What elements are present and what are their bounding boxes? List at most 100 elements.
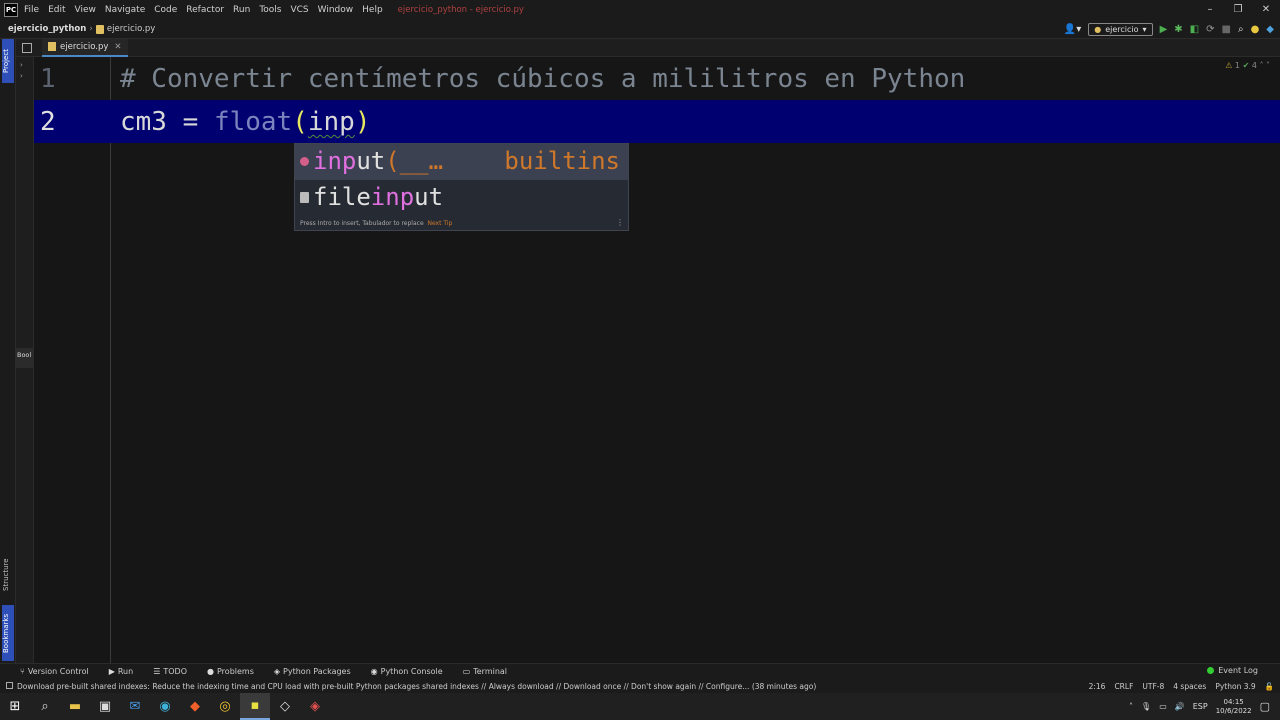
coverage-icon[interactable]: ◧ [1190, 24, 1199, 35]
code-line-comment[interactable]: # Convertir centímetros cúbicos a milili… [120, 64, 965, 94]
volume-icon[interactable]: 🔊 [1175, 702, 1185, 711]
menu-window[interactable]: Window [318, 5, 354, 15]
close-tab-icon[interactable]: ✕ [114, 42, 121, 52]
inspection-widget[interactable]: ⚠ 1 ✔ 4 ˄ ˅ [1225, 61, 1270, 70]
event-log-icon [1207, 667, 1215, 674]
tray-chevron-icon[interactable]: ˄ [1129, 702, 1133, 711]
windows-start-icon[interactable]: ⊞ [0, 693, 30, 720]
navigation-bar: ejercicio_python › ejercicio.py 👤▾ ● eje… [0, 20, 1280, 39]
completion-rest: ut [356, 147, 386, 175]
tool-python-packages[interactable]: ◈ Python Packages [274, 667, 351, 676]
completion-hint: Press Intro to insert, Tabulador to repl… [300, 220, 424, 227]
python-file-icon [95, 24, 104, 34]
tool-run[interactable]: ▶ Run [109, 667, 134, 676]
project-panel: › › Bool [16, 39, 34, 663]
line-separator[interactable]: CRLF [1114, 682, 1133, 691]
search-everywhere-icon[interactable]: ⌕ [1238, 24, 1244, 35]
language-indicator[interactable]: ESP [1193, 702, 1208, 711]
window-title: ejercicio_python - ejercicio.py [397, 5, 524, 15]
microphone-icon[interactable]: 🎙 [1141, 702, 1151, 711]
tool-version-control[interactable]: ⑂ Version Control [20, 667, 89, 676]
chevron-down-icon[interactable]: ˅ [1266, 61, 1270, 70]
more-options-icon[interactable]: ⋮ [616, 218, 624, 227]
tool-python-console[interactable]: ◉ Python Console [371, 667, 443, 676]
tool-problems[interactable]: ● Problems [207, 667, 254, 676]
bookmarks-panel-header: Bool [16, 348, 34, 368]
terminal-icon: ▭ [462, 667, 471, 676]
code-line[interactable]: cm3 = float(inp) [120, 107, 371, 137]
structure-tool-tab[interactable]: Structure [2, 549, 14, 601]
jetbrains-toolbox-icon[interactable]: ◆ [1266, 24, 1274, 35]
minimize-icon[interactable]: – [1196, 0, 1224, 20]
menu-vcs[interactable]: VCS [290, 5, 308, 15]
chevron-up-icon[interactable]: ˄ [1259, 61, 1263, 70]
menu-navigate[interactable]: Navigate [105, 5, 145, 15]
indent-setting[interactable]: 4 spaces [1173, 682, 1206, 691]
run-icon[interactable]: ▶ [1160, 24, 1168, 35]
file-encoding[interactable]: UTF-8 [1142, 682, 1164, 691]
chrome-icon[interactable]: ◎ [210, 693, 240, 720]
breadcrumb-file[interactable]: ejercicio.py [95, 24, 156, 34]
stop-icon[interactable]: ■ [1222, 24, 1231, 35]
event-log-button[interactable]: Event Log [1207, 666, 1258, 675]
completion-match: inp [313, 147, 357, 175]
project-tool-tab[interactable]: Project [2, 39, 14, 83]
tool-terminal[interactable]: ▭ Terminal [463, 667, 507, 676]
more-run-icon[interactable]: ⟳ [1206, 24, 1214, 35]
tool-label: Python Console [380, 667, 443, 676]
line-gutter [34, 57, 111, 663]
restore-icon[interactable]: ❐ [1224, 0, 1252, 20]
function-icon [300, 157, 309, 166]
tree-expand-icon[interactable]: › [20, 72, 23, 80]
debug-icon[interactable]: ✱ [1174, 24, 1182, 35]
python-interpreter[interactable]: Python 3.9 [1215, 682, 1255, 691]
caret-position[interactable]: 2:16 [1089, 682, 1106, 691]
menu-view[interactable]: View [75, 5, 96, 15]
info-icon: ● [207, 667, 214, 676]
menu-refactor[interactable]: Refactor [186, 5, 224, 15]
menu-file[interactable]: File [24, 5, 39, 15]
menu-tools[interactable]: Tools [259, 5, 281, 15]
bookmarks-tool-tab[interactable]: Bookmarks [2, 605, 14, 661]
status-widgets: 2:16 CRLF UTF-8 4 spaces Python 3.9 🔓 [1089, 679, 1274, 693]
status-message[interactable]: Download pre-built shared indexes: Reduc… [6, 681, 816, 691]
notification-center-icon[interactable]: ▢ [1260, 700, 1270, 713]
tree-expand-icon[interactable]: › [20, 61, 23, 69]
code-editor[interactable]: 1 # Convertir centímetros cúbicos a mili… [34, 57, 1280, 663]
warning-count: 1 [1234, 61, 1241, 70]
brave-icon[interactable]: ◆ [180, 693, 210, 720]
completion-item-input[interactable]: input(__… builtins [295, 144, 628, 180]
next-tip-link[interactable]: Next Tip [427, 220, 452, 227]
breadcrumb-project[interactable]: ejercicio_python [8, 24, 86, 34]
breadcrumb-file-label: ejercicio.py [106, 24, 156, 34]
completion-type: builtins [504, 147, 620, 175]
tab-menu-icon[interactable] [22, 42, 32, 53]
menu-run[interactable]: Run [233, 5, 250, 15]
app-icon[interactable]: ◇ [270, 693, 300, 720]
network-icon[interactable]: ▭ [1159, 702, 1167, 711]
module-icon [300, 192, 309, 203]
search-icon[interactable]: ⌕ [30, 693, 60, 720]
user-icon[interactable]: 👤▾ [1064, 24, 1081, 35]
tab-ejercicio-py[interactable]: ejercicio.py ✕ [42, 38, 128, 57]
editor-tab-bar: ejercicio.py ✕ [16, 38, 1280, 57]
python-file-icon [48, 42, 56, 51]
main-toolbar: 👤▾ ● ejercicio ▾ ▶ ✱ ◧ ⟳ ■ ⌕ ● ◆ [1064, 20, 1274, 39]
edge-icon[interactable]: ◉ [150, 693, 180, 720]
app-icon[interactable]: ◈ [300, 693, 330, 720]
pycharm-taskbar-icon[interactable]: ▪ [240, 693, 270, 720]
completion-item-fileinput[interactable]: fileinput [295, 180, 628, 216]
menu-edit[interactable]: Edit [48, 5, 65, 15]
store-icon[interactable]: ▣ [90, 693, 120, 720]
clock[interactable]: 04:15 10/6/2022 [1216, 698, 1252, 716]
ok-count: 4 [1251, 61, 1257, 70]
mail-icon[interactable]: ✉ [120, 693, 150, 720]
run-configuration-select[interactable]: ● ejercicio ▾ [1088, 23, 1153, 36]
menu-code[interactable]: Code [154, 5, 177, 15]
close-icon[interactable]: ✕ [1252, 0, 1280, 20]
tool-todo[interactable]: ☰ TODO [153, 667, 187, 676]
lock-icon[interactable]: 🔓 [1265, 682, 1274, 691]
code-with-me-icon[interactable]: ● [1251, 24, 1260, 35]
file-explorer-icon[interactable]: ▬ [60, 693, 90, 720]
menu-help[interactable]: Help [362, 5, 383, 15]
